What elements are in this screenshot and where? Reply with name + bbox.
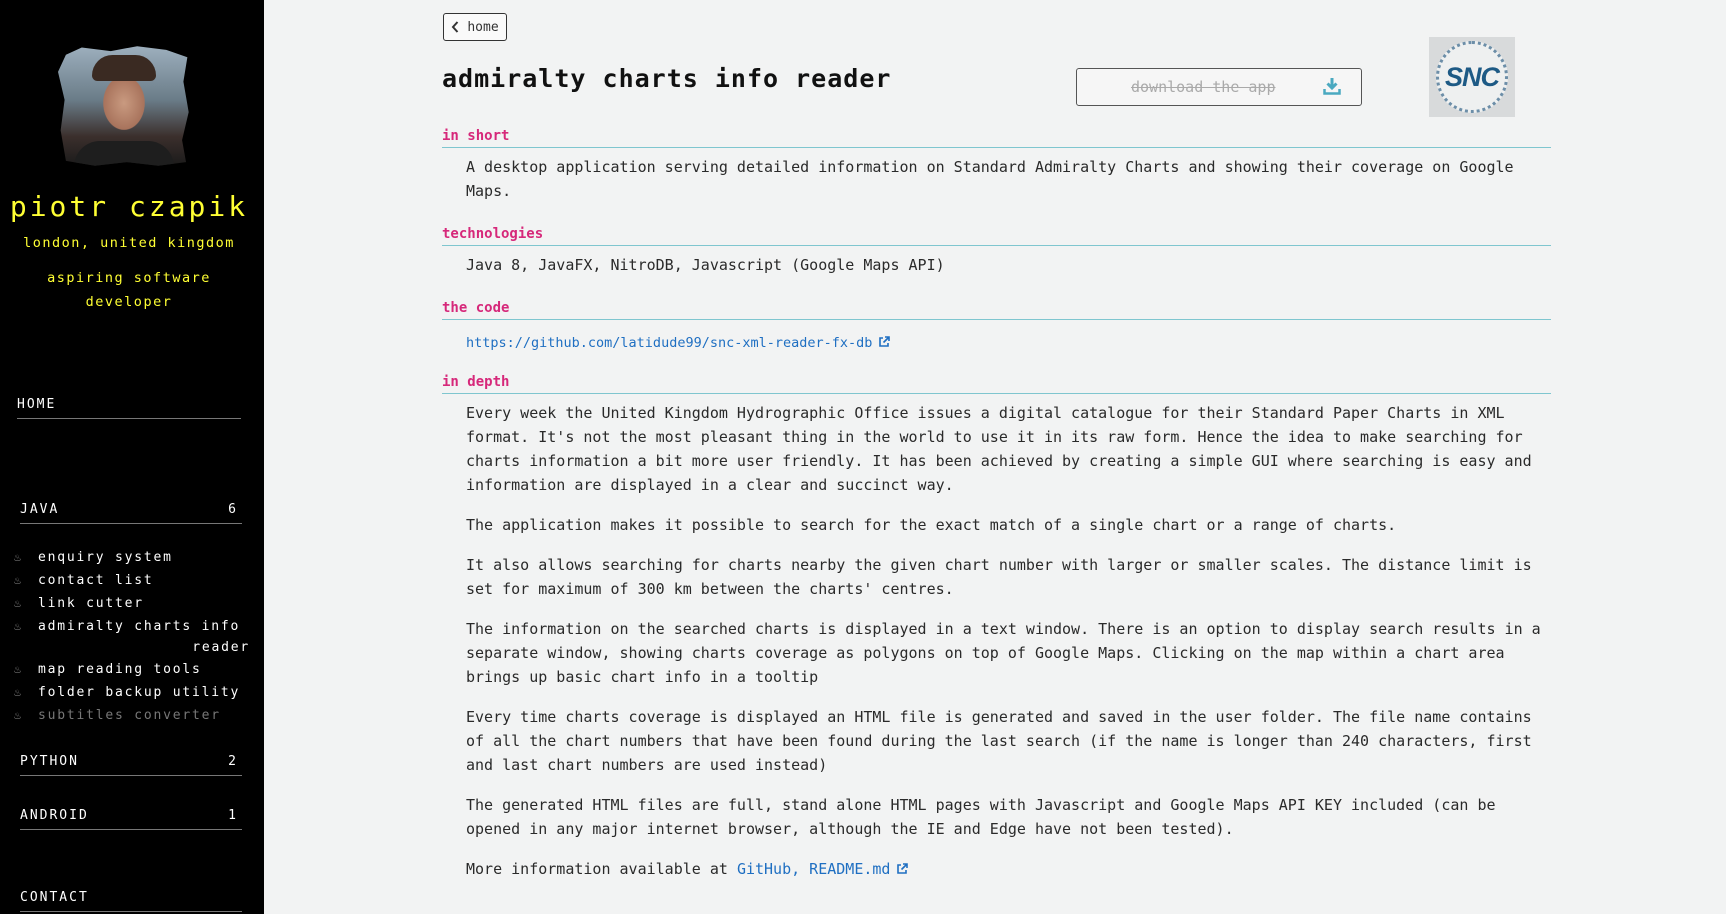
java-cup-icon: ♨ <box>14 619 24 633</box>
avatar <box>58 46 189 166</box>
github-repo-link[interactable]: https://github.com/latidude99/snc-xml-re… <box>466 335 872 351</box>
readme-link[interactable]: GitHub, README.md <box>737 860 891 878</box>
download-button-label: download the app <box>1131 78 1276 96</box>
project-label-cont: reader <box>192 640 250 655</box>
home-button-label: home <box>467 19 499 35</box>
in-depth-paragraph: Every time charts coverage is displayed … <box>466 708 1532 774</box>
avatar-hair <box>92 55 156 81</box>
author-name: piotr czapik <box>9 190 249 223</box>
code-link-row: https://github.com/latidude99/snc-xml-re… <box>466 331 1546 355</box>
java-project-folder-backup[interactable]: ♨ folder backup utility <box>14 681 250 704</box>
snc-logo: SNC <box>1429 37 1515 117</box>
more-info-prefix: More information available at <box>466 860 728 878</box>
java-cup-icon: ♨ <box>14 685 24 699</box>
java-cup-icon: ♨ <box>14 550 24 564</box>
page-title: admiralty charts info reader <box>442 64 892 93</box>
java-project-admiralty-charts[interactable]: ♨ admiralty charts info reader <box>14 615 250 658</box>
download-icon <box>1323 78 1341 95</box>
section-heading-technologies: technologies <box>442 226 1551 246</box>
in-depth-paragraph: It also allows searching for charts near… <box>466 556 1532 598</box>
java-project-enquiry-system[interactable]: ♨ enquiry system <box>14 546 250 569</box>
project-label: enquiry system <box>38 550 173 565</box>
project-label: subtitles converter <box>38 708 221 723</box>
in-depth-paragraph: Every week the United Kingdom Hydrograph… <box>466 404 1532 494</box>
nav-python-label: PYTHON <box>20 754 79 769</box>
section-heading-in-short: in short <box>442 128 1551 148</box>
nav-python-count: 2 <box>228 754 238 769</box>
section-heading-the-code: the code <box>442 300 1551 320</box>
project-label: folder backup utility <box>38 685 241 700</box>
author-role: aspiring software developer <box>47 270 211 310</box>
nav-home-link[interactable]: HOME <box>17 397 241 419</box>
more-info-row: More information available at GitHub, RE… <box>466 857 1546 881</box>
external-link-icon <box>897 863 909 874</box>
nav-java-label: JAVA <box>20 502 60 517</box>
project-label: link cutter <box>38 596 144 611</box>
author-location: london, united kingdom <box>23 235 235 251</box>
avatar-shirt <box>74 141 174 166</box>
java-project-subtitles-converter[interactable]: ♨ subtitles converter <box>14 704 250 727</box>
in-depth-paragraph: The information on the searched charts i… <box>466 620 1541 686</box>
snc-logo-text: SNC <box>1444 61 1500 92</box>
java-cup-icon: ♨ <box>14 596 24 610</box>
section-heading-in-depth: in depth <box>442 374 1551 394</box>
project-label: admiralty charts info <box>38 619 241 634</box>
snc-badge: SNC <box>1436 41 1508 113</box>
java-cup-icon: ♨ <box>14 573 24 587</box>
home-button[interactable]: home <box>443 13 507 41</box>
java-project-contact-list[interactable]: ♨ contact list <box>14 569 250 592</box>
java-project-list: ♨ enquiry system ♨ contact list ♨ link c… <box>14 546 250 727</box>
java-project-link-cutter[interactable]: ♨ link cutter <box>14 592 250 615</box>
nav-home-label: HOME <box>17 397 57 412</box>
java-cup-icon: ♨ <box>14 662 24 676</box>
sidebar: piotr czapik london, united kingdom aspi… <box>0 0 264 914</box>
project-label: contact list <box>38 573 154 588</box>
technologies-text: Java 8, JavaFX, NitroDB, Javascript (Goo… <box>466 256 945 274</box>
in-depth-paragraph: The generated HTML files are full, stand… <box>466 796 1496 838</box>
java-cup-icon: ♨ <box>14 708 24 722</box>
in-short-text: A desktop application serving detailed i… <box>466 158 1514 200</box>
nav-contact-link[interactable]: CONTACT <box>20 890 242 912</box>
project-label: map reading tools <box>38 662 202 677</box>
nav-contact-label: CONTACT <box>20 890 89 905</box>
nav-java-category[interactable]: JAVA 6 <box>20 502 242 524</box>
external-link-icon <box>879 336 891 347</box>
nav-java-count: 6 <box>228 502 238 517</box>
nav-python-category[interactable]: PYTHON 2 <box>20 754 242 776</box>
nav-android-category[interactable]: ANDROID 1 <box>20 808 242 830</box>
download-app-button[interactable]: download the app <box>1076 68 1362 106</box>
java-project-map-reading-tools[interactable]: ♨ map reading tools <box>14 658 250 681</box>
in-depth-paragraph: The application makes it possible to sea… <box>466 516 1397 534</box>
nav-android-label: ANDROID <box>20 808 89 823</box>
nav-android-count: 1 <box>228 808 238 823</box>
chevron-left-icon <box>451 21 459 33</box>
